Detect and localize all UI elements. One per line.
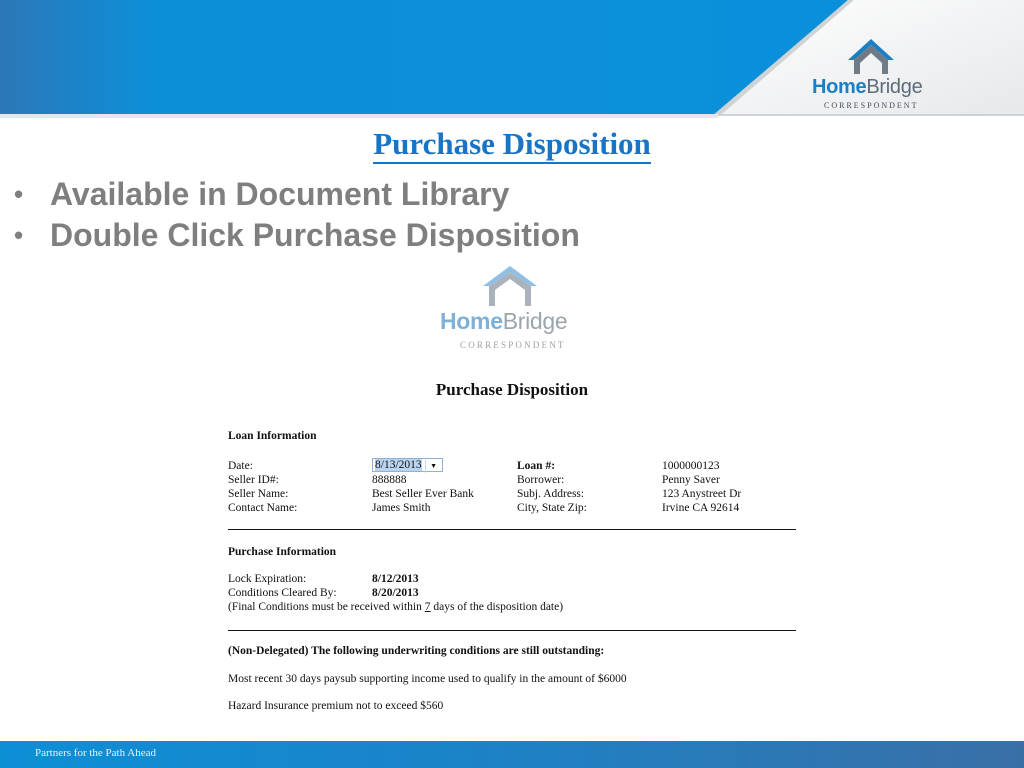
loan-info-row: Contact Name: James Smith City, State Zi… (228, 501, 796, 515)
logo-tagline: CORRESPONDENT (824, 101, 919, 110)
slide-title-text: Purchase Disposition (373, 126, 651, 164)
loan-info-row: Seller Name: Best Seller Ever Bank Subj.… (228, 487, 796, 501)
field-label: Loan #: (517, 460, 556, 472)
footer-tagline: Partners for the Path Ahead (35, 747, 156, 759)
field-value: 1000000123 (662, 460, 720, 472)
bullet-text: Double Click Purchase Disposition (50, 217, 580, 253)
field-label: City, State Zip: (517, 502, 587, 514)
field-label: Borrower: (517, 474, 565, 486)
logo-tagline: CORRESPONDENT (460, 340, 566, 350)
field-label: Subj. Address: (517, 488, 585, 500)
house-roof-icon (483, 266, 537, 306)
dropdown-arrow-icon[interactable]: ▼ (424, 460, 442, 473)
logo-word-home: Home (440, 308, 503, 334)
field-value: 123 Anystreet Dr (662, 488, 742, 500)
bullet-list: • Available in Document Library • Double C… (14, 174, 580, 256)
bullet-item: • Available in Document Library (14, 174, 580, 215)
field-label: Contact Name: (228, 502, 298, 514)
bullet-text: Available in Document Library (50, 176, 510, 212)
condition-item: Hazard Insurance premium not to exceed $… (228, 700, 444, 712)
field-value: James Smith (372, 502, 431, 514)
homebridge-logo: HomeBridge CORRESPONDENT (808, 36, 932, 116)
date-value[interactable]: 8/13/2013 (375, 459, 422, 471)
document-title: Purchase Disposition (435, 380, 589, 399)
bullet-dot-icon: • (14, 220, 24, 250)
logo-word-bridge: Bridge (866, 76, 923, 98)
logo-word-home: Home (812, 76, 867, 98)
purchase-info-heading: Purchase Information (228, 546, 337, 558)
document-logo: HomeBridge CORRESPONDENT (436, 264, 586, 354)
field-label: Conditions Cleared By: (228, 587, 337, 599)
section-divider (228, 529, 796, 530)
loan-info-heading: Loan Information (228, 430, 317, 442)
note-text: (Final Conditions must be received withi… (228, 601, 425, 613)
logo-word-bridge: Bridge (502, 308, 568, 334)
condition-item: Most recent 30 days paysub supporting in… (228, 673, 627, 685)
house-roof-icon (848, 39, 894, 74)
field-label: Seller Name: (228, 488, 289, 500)
field-value: Penny Saver (662, 474, 720, 486)
date-picker[interactable]: 8/13/2013 ▼ (372, 458, 443, 473)
footer-bar: Partners for the Path Ahead (0, 741, 1024, 768)
header-banner: HomeBridge CORRESPONDENT (0, 0, 1024, 118)
field-label: Date: (228, 460, 253, 472)
slide-title: Purchase Disposition (0, 126, 1024, 164)
bullet-item: • Double Click Purchase Disposition (14, 215, 580, 256)
loan-info-row: Seller ID#: 888888 Borrower: Penny Saver (228, 473, 796, 487)
field-value: Irvine CA 92614 (662, 502, 740, 514)
section-divider (228, 630, 796, 631)
field-value: 8/20/2013 (372, 587, 419, 599)
bullet-dot-icon: • (14, 179, 24, 209)
loan-info-row: Date: 8/13/2013 ▼ Loan #: 1000000123 (228, 458, 796, 473)
conditions-heading: (Non-Delegated) The following underwriti… (228, 645, 605, 657)
field-value: 8/12/2013 (372, 573, 419, 585)
field-label: Seller ID#: (228, 474, 279, 486)
field-label: Lock Expiration: (228, 573, 307, 585)
field-value: 888888 (372, 474, 407, 486)
note-text: days of the disposition date) (430, 601, 564, 613)
field-value: Best Seller Ever Bank (372, 488, 474, 500)
final-conditions-note: (Final Conditions must be received withi… (228, 600, 563, 614)
